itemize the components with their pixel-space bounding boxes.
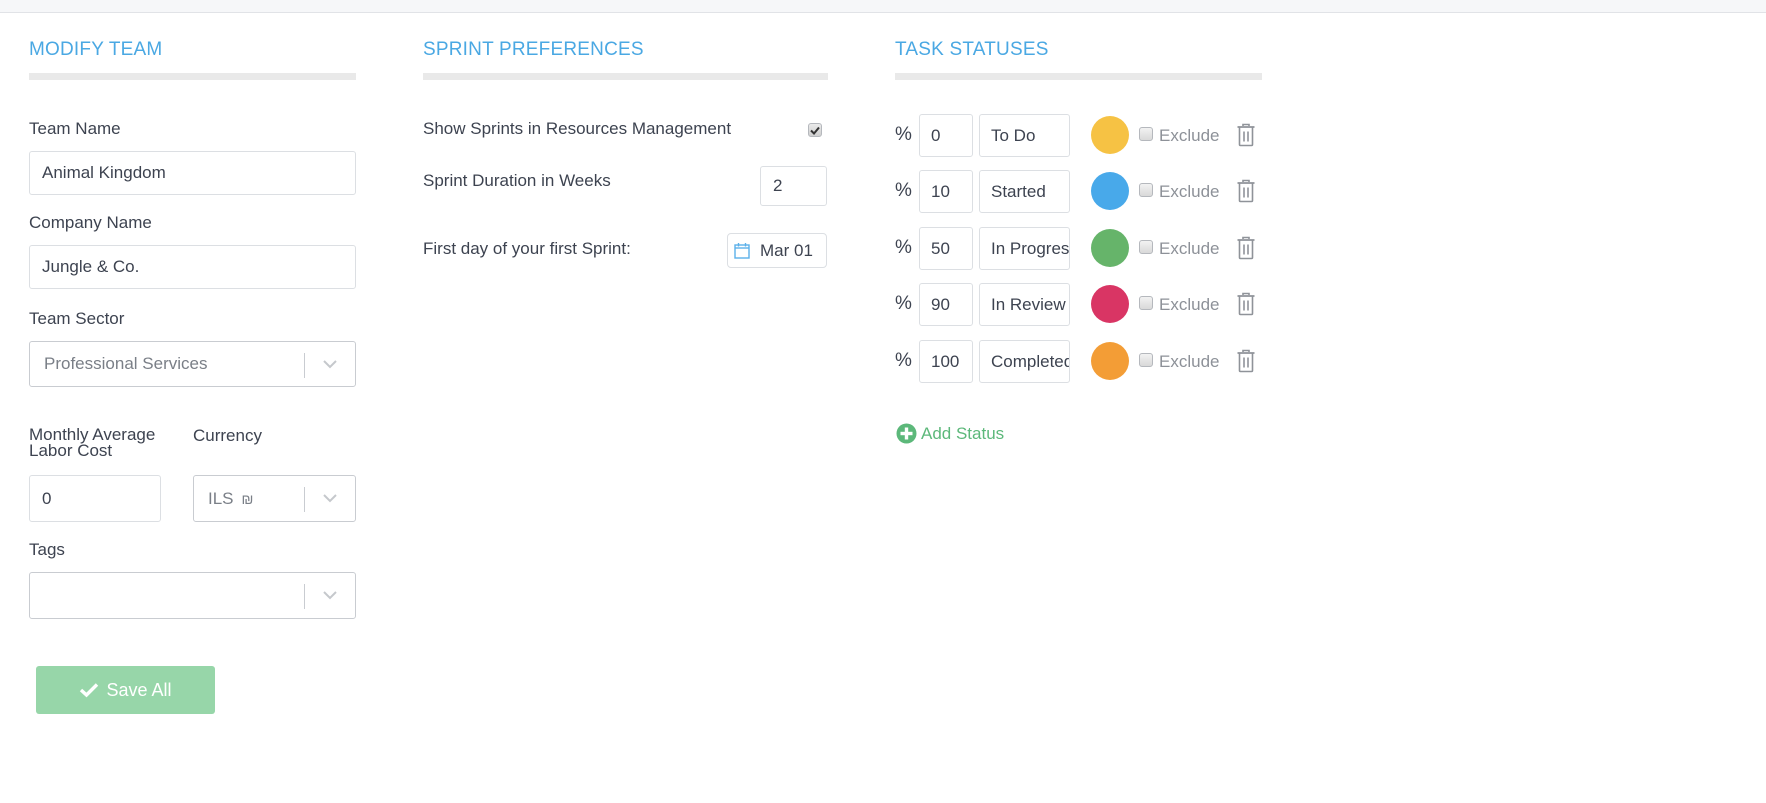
sprint-preferences-title: SPRINT PREFERENCES	[423, 39, 644, 60]
currency-label: Currency	[193, 426, 262, 445]
chevron-down-icon	[323, 591, 337, 600]
tags-label: Tags	[29, 540, 65, 559]
show-sprints-label: Show Sprints in Resources Management	[423, 119, 732, 138]
chevron-down-icon	[323, 494, 337, 503]
status-percent-input[interactable]: 90	[919, 283, 973, 326]
percent-symbol: %	[895, 237, 912, 258]
status-name-input[interactable]: In Progress	[979, 227, 1070, 270]
trash-icon[interactable]	[1236, 292, 1256, 316]
company-name-input[interactable]: Jungle & Co.	[29, 245, 356, 289]
percent-symbol: %	[895, 350, 912, 371]
save-all-label: Save All	[106, 679, 172, 700]
team-name-value: Animal Kingdom	[42, 163, 166, 182]
status-name-input[interactable]: Started	[979, 170, 1070, 213]
percent-symbol: %	[895, 293, 912, 314]
chevron-down-icon	[323, 360, 337, 369]
company-name-value: Jungle & Co.	[42, 257, 140, 276]
currency-select[interactable]: ILS ₪	[193, 475, 356, 522]
trash-icon[interactable]	[1236, 123, 1256, 147]
task-statuses-title: TASK STATUSES	[895, 39, 1049, 60]
company-name-label: Company Name	[29, 213, 152, 232]
exclude-checkbox[interactable]	[1139, 296, 1153, 310]
labor-cost-label-line2: Labor Cost	[29, 441, 113, 460]
status-percent-input[interactable]: 0	[919, 114, 973, 157]
status-row: % 100 Completed Exclude	[895, 340, 1275, 386]
trash-icon[interactable]	[1236, 179, 1256, 203]
status-percent-value: 100	[931, 351, 960, 371]
modify-team-title: MODIFY TEAM	[29, 39, 163, 60]
section-divider	[895, 73, 1262, 80]
exclude-label: Exclude	[1159, 126, 1220, 145]
status-row: % 0 To Do Exclude	[895, 114, 1275, 160]
status-color-swatch[interactable]	[1091, 116, 1129, 154]
trash-icon[interactable]	[1236, 236, 1256, 260]
exclude-checkbox[interactable]	[1139, 183, 1153, 197]
select-separator	[304, 584, 305, 609]
status-name-value: In Review	[991, 294, 1066, 314]
sprint-duration-label: Sprint Duration in Weeks	[423, 171, 611, 190]
first-day-value: Mar 01	[760, 240, 813, 260]
team-sector-select[interactable]: Professional Services	[29, 341, 356, 387]
add-status-button[interactable]: Add Status	[896, 423, 1004, 444]
exclude-checkbox[interactable]	[1139, 353, 1153, 367]
exclude-checkbox[interactable]	[1139, 240, 1153, 254]
exclude-checkbox[interactable]	[1139, 127, 1153, 141]
team-sector-value: Professional Services	[44, 354, 208, 373]
status-color-swatch[interactable]	[1091, 285, 1129, 323]
plus-circle-icon	[896, 423, 917, 444]
first-day-date-picker[interactable]: Mar 01	[727, 233, 827, 268]
sprint-duration-value: 2	[773, 176, 783, 195]
status-name-value: Started	[991, 181, 1046, 201]
status-percent-value: 50	[931, 238, 950, 258]
labor-cost-input[interactable]: 0	[29, 475, 161, 522]
status-color-swatch[interactable]	[1091, 172, 1129, 210]
section-divider	[423, 73, 828, 80]
save-all-button[interactable]: Save All	[36, 666, 215, 714]
top-bar	[0, 0, 1766, 13]
trash-icon[interactable]	[1236, 349, 1256, 373]
select-separator	[304, 487, 305, 512]
sprint-duration-input[interactable]: 2	[760, 166, 827, 206]
status-row: % 10 Started Exclude	[895, 170, 1275, 216]
shekel-icon: ₪	[241, 490, 254, 507]
team-name-input[interactable]: Animal Kingdom	[29, 151, 356, 195]
exclude-label: Exclude	[1159, 352, 1220, 371]
exclude-label: Exclude	[1159, 182, 1220, 201]
status-name-input[interactable]: To Do	[979, 114, 1070, 157]
status-name-input[interactable]: Completed	[979, 340, 1070, 383]
exclude-label: Exclude	[1159, 295, 1220, 314]
tags-select[interactable]	[29, 572, 356, 619]
status-percent-input[interactable]: 10	[919, 170, 973, 213]
calendar-icon	[734, 243, 750, 259]
status-percent-value: 10	[931, 181, 950, 201]
labor-cost-value: 0	[42, 488, 52, 508]
status-name-value: To Do	[991, 125, 1036, 145]
status-name-value: In Progress	[991, 238, 1070, 258]
currency-value: ILS	[208, 488, 234, 508]
status-percent-input[interactable]: 100	[919, 340, 973, 383]
status-row: % 90 In Review Exclude	[895, 283, 1275, 329]
select-separator	[304, 353, 305, 378]
status-percent-value: 0	[931, 125, 941, 145]
status-percent-input[interactable]: 50	[919, 227, 973, 270]
status-name-value: Completed	[991, 351, 1070, 371]
section-divider	[29, 73, 356, 80]
add-status-label: Add Status	[921, 423, 1005, 443]
check-icon	[80, 683, 99, 698]
labor-cost-label: Monthly Average Labor Cost	[29, 426, 155, 460]
first-day-label: First day of your first Sprint:	[423, 239, 631, 258]
percent-symbol: %	[895, 180, 912, 201]
status-color-swatch[interactable]	[1091, 342, 1129, 380]
exclude-label: Exclude	[1159, 239, 1220, 258]
team-sector-label: Team Sector	[29, 309, 125, 328]
team-name-label: Team Name	[29, 119, 121, 138]
percent-symbol: %	[895, 124, 912, 145]
status-name-input[interactable]: In Review	[979, 283, 1070, 326]
checkmark-icon	[810, 126, 820, 135]
status-row: % 50 In Progress Exclude	[895, 227, 1275, 273]
status-percent-value: 90	[931, 294, 950, 314]
show-sprints-checkbox[interactable]	[808, 123, 822, 137]
status-color-swatch[interactable]	[1091, 229, 1129, 267]
